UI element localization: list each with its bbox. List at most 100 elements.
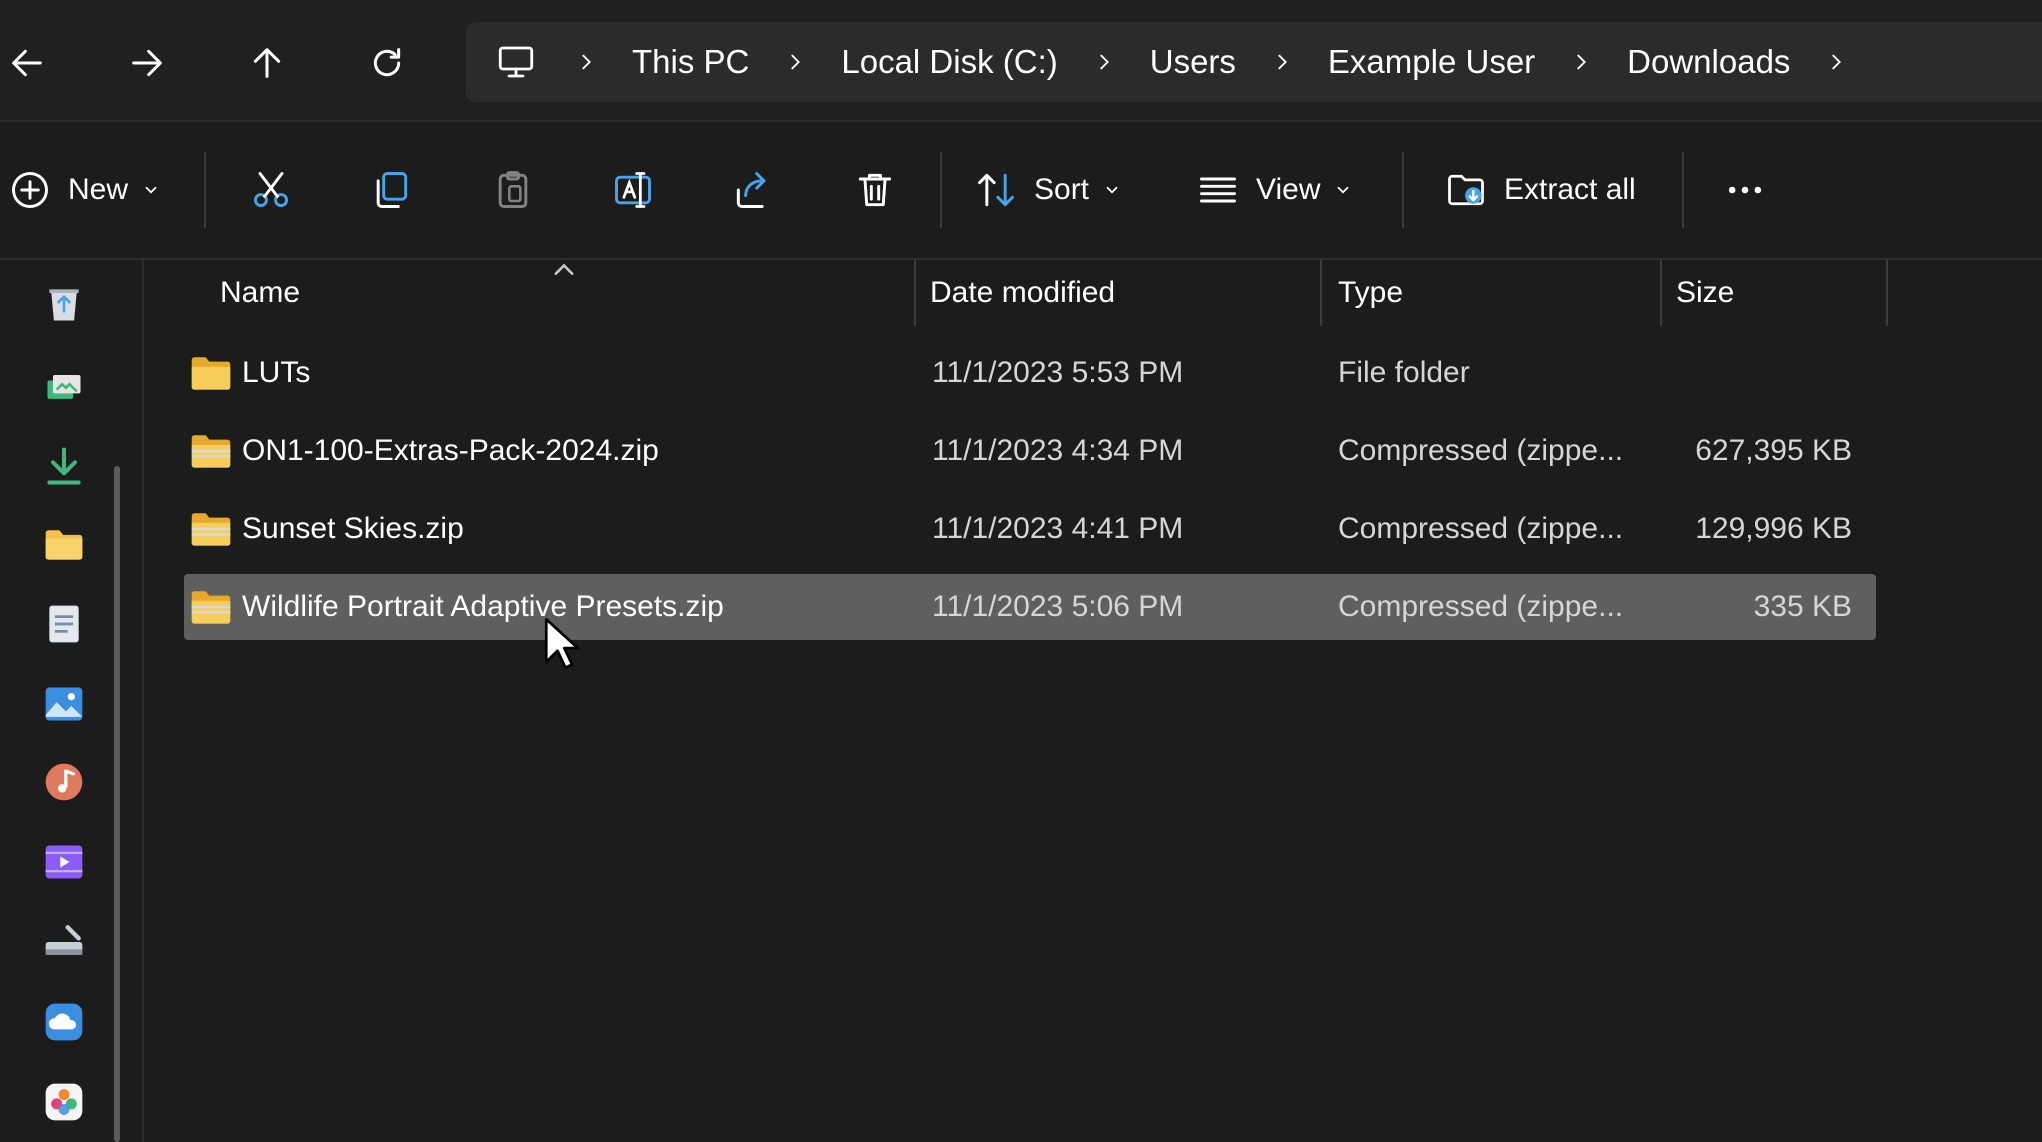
column-resize-handle[interactable] bbox=[1660, 260, 1662, 326]
breadcrumb-item-this-pc[interactable]: This PC bbox=[606, 43, 775, 81]
monitor-icon bbox=[498, 46, 534, 78]
delete-icon bbox=[858, 173, 892, 207]
zip-folder-icon bbox=[190, 431, 232, 471]
column-headers: Name Date modified Type Size bbox=[144, 260, 2042, 326]
rename-icon bbox=[615, 172, 651, 208]
up-button[interactable] bbox=[232, 28, 302, 98]
view-button[interactable]: View bbox=[1196, 152, 1366, 228]
column-resize-handle[interactable] bbox=[1320, 260, 1322, 326]
photos-icon bbox=[45, 1083, 83, 1121]
rename-button[interactable] bbox=[598, 152, 668, 228]
sort-button[interactable]: Sort bbox=[974, 152, 1144, 228]
chevron-right-icon[interactable] bbox=[1816, 22, 1856, 102]
column-header-type-label: Type bbox=[1338, 276, 1404, 309]
folder-icon bbox=[190, 353, 232, 393]
delete-button[interactable] bbox=[840, 152, 910, 228]
nav-item-onedrive[interactable] bbox=[42, 1000, 86, 1044]
file-name: ON1-100-Extras-Pack-2024.zip bbox=[242, 434, 659, 467]
file-date: 11/1/2023 5:53 PM bbox=[932, 356, 1184, 389]
file-row-selected[interactable]: Wildlife Portrait Adaptive Presets.zip 1… bbox=[184, 574, 1876, 640]
refresh-button[interactable] bbox=[352, 28, 422, 98]
cut-button[interactable] bbox=[236, 152, 306, 228]
file-row[interactable]: LUTs 11/1/2023 5:53 PM File folder bbox=[184, 340, 1876, 406]
view-list-icon bbox=[1200, 177, 1236, 203]
nav-item-downloads[interactable] bbox=[42, 444, 86, 488]
chevron-down-icon bbox=[145, 186, 157, 194]
nav-item-recycle-bin[interactable] bbox=[42, 282, 86, 326]
new-button[interactable]: New bbox=[8, 152, 168, 228]
forward-button[interactable] bbox=[112, 28, 182, 98]
videos-icon bbox=[45, 845, 83, 879]
nav-item-gallery[interactable] bbox=[42, 364, 86, 408]
arrow-up-icon bbox=[253, 48, 281, 78]
file-date: 11/1/2023 4:34 PM bbox=[932, 434, 1184, 467]
file-type: Compressed (zippe... bbox=[1338, 590, 1624, 623]
file-row[interactable]: Sunset Skies.zip 11/1/2023 4:41 PM Compr… bbox=[184, 496, 1876, 562]
nav-item-videos[interactable] bbox=[42, 840, 86, 884]
nav-item-pictures[interactable] bbox=[42, 682, 86, 726]
more-icon bbox=[1728, 186, 1762, 194]
file-date: 11/1/2023 5:06 PM bbox=[932, 590, 1184, 623]
column-resize-handle[interactable] bbox=[914, 260, 916, 326]
file-type: Compressed (zippe... bbox=[1338, 434, 1624, 467]
breadcrumb-item-users[interactable]: Users bbox=[1124, 43, 1262, 81]
file-type: File folder bbox=[1338, 356, 1470, 389]
column-header-type[interactable]: Type bbox=[1338, 260, 1658, 326]
address-bar-row: This PC Local Disk (C:) Users Example Us… bbox=[0, 0, 2042, 122]
breadcrumb-item-local-disk[interactable]: Local Disk (C:) bbox=[815, 43, 1083, 81]
arrow-left-icon bbox=[12, 49, 42, 77]
chevron-down-icon bbox=[1338, 186, 1349, 194]
sort-icon bbox=[978, 173, 1014, 207]
cut-icon bbox=[253, 172, 289, 208]
chevron-right-icon[interactable] bbox=[775, 22, 815, 102]
nav-item-folder[interactable] bbox=[42, 522, 86, 566]
file-size: 129,996 KB bbox=[1695, 512, 1852, 545]
file-name: Sunset Skies.zip bbox=[242, 512, 464, 545]
breadcrumb-root[interactable] bbox=[466, 22, 566, 102]
divider bbox=[1402, 152, 1404, 228]
navigation-scrollbar[interactable] bbox=[114, 466, 120, 1142]
column-header-date[interactable]: Date modified bbox=[930, 260, 1310, 326]
nav-item-music[interactable] bbox=[42, 760, 86, 804]
file-size bbox=[1664, 340, 1852, 406]
gallery-icon bbox=[47, 375, 81, 399]
new-label: New bbox=[68, 173, 129, 206]
arrow-right-icon bbox=[132, 49, 162, 77]
chevron-right-icon[interactable] bbox=[1262, 22, 1302, 102]
folder-icon bbox=[45, 530, 83, 560]
copy-button[interactable] bbox=[356, 152, 426, 228]
column-header-size[interactable]: Size bbox=[1676, 260, 1876, 326]
share-button[interactable] bbox=[718, 152, 788, 228]
plus-circle-icon bbox=[12, 172, 48, 208]
breadcrumb-item-downloads[interactable]: Downloads bbox=[1601, 43, 1816, 81]
view-label: View bbox=[1256, 173, 1321, 206]
zip-folder-icon bbox=[190, 587, 232, 627]
nav-item-documents[interactable] bbox=[42, 602, 86, 646]
drive-icon bbox=[45, 925, 83, 955]
file-name: LUTs bbox=[242, 356, 311, 389]
sort-label: Sort bbox=[1034, 173, 1090, 206]
extract-all-button[interactable]: Extract all bbox=[1444, 152, 1644, 228]
nav-item-drive[interactable] bbox=[42, 920, 86, 964]
column-resize-handle[interactable] bbox=[1886, 260, 1888, 326]
file-row[interactable]: ON1-100-Extras-Pack-2024.zip 11/1/2023 4… bbox=[184, 418, 1876, 484]
chevron-right-icon[interactable] bbox=[1084, 22, 1124, 102]
back-button[interactable] bbox=[0, 28, 62, 98]
divider bbox=[940, 152, 942, 228]
nav-item-photos[interactable] bbox=[42, 1080, 86, 1124]
navigation-pane bbox=[0, 260, 144, 1142]
more-options-button[interactable] bbox=[1710, 152, 1780, 228]
extract-icon bbox=[1448, 174, 1484, 206]
chevron-right-icon[interactable] bbox=[566, 22, 606, 102]
music-icon bbox=[45, 763, 83, 801]
column-header-date-label: Date modified bbox=[930, 276, 1116, 309]
column-header-name-label: Name bbox=[220, 276, 301, 309]
breadcrumb-item-example-user[interactable]: Example User bbox=[1302, 43, 1561, 81]
chevron-right-icon[interactable] bbox=[1561, 22, 1601, 102]
chevron-down-icon bbox=[1106, 186, 1118, 194]
divider bbox=[1682, 152, 1684, 228]
breadcrumb[interactable]: This PC Local Disk (C:) Users Example Us… bbox=[466, 22, 2042, 102]
paste-button[interactable] bbox=[478, 152, 548, 228]
refresh-icon bbox=[373, 48, 401, 77]
file-size: 335 KB bbox=[1753, 590, 1852, 623]
